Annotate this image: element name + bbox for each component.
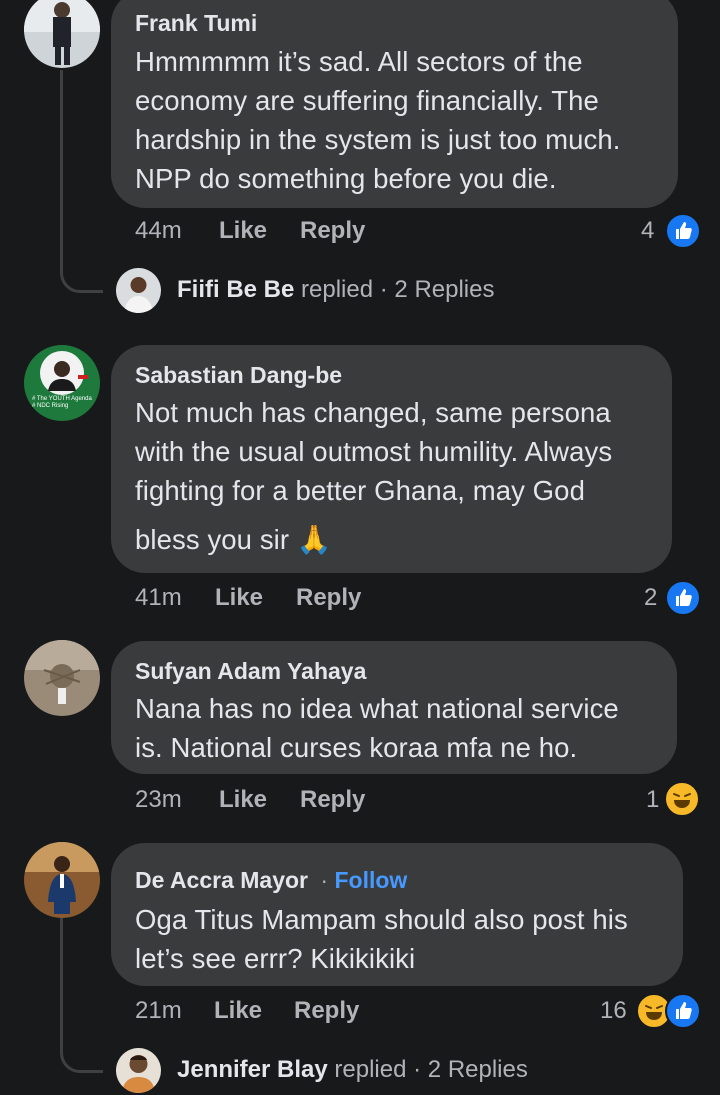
thumbs-up-icon	[665, 993, 701, 1029]
like-button[interactable]: Like	[215, 584, 263, 612]
like-button[interactable]: Like	[214, 997, 262, 1025]
view-replies-link[interactable]: Jennifer Blay replied · 2 Replies	[177, 1056, 528, 1084]
separator-dot: ·	[320, 867, 329, 893]
comment-text: bless you sir	[135, 524, 290, 555]
reply-button[interactable]: Reply	[300, 786, 365, 814]
avatar[interactable]	[24, 842, 100, 918]
comment-text-line: Not much has changed, same persona	[135, 397, 611, 428]
replied-label: replied	[301, 276, 374, 303]
comment-text-line: is. National curses koraa mfa ne ho.	[135, 732, 578, 763]
comment-timestamp: 23m	[135, 786, 182, 813]
separator-dot: ·	[413, 1056, 422, 1083]
replied-label: replied	[334, 1056, 407, 1083]
reaction-count[interactable]: 2	[644, 584, 657, 612]
thread-connector	[60, 240, 103, 293]
comment-author[interactable]: Frank Tumi	[135, 10, 257, 37]
reply-button[interactable]: Reply	[294, 997, 359, 1025]
comment-text-line: economy are suffering financially. The	[135, 85, 599, 116]
comment-timestamp: 41m	[135, 584, 182, 611]
thumbs-up-icon	[665, 213, 701, 249]
comment-author-name[interactable]: De Accra Mayor	[135, 867, 308, 893]
avatar[interactable]	[24, 640, 100, 716]
comment-timestamp: 44m	[135, 217, 182, 244]
like-button[interactable]: Like	[219, 217, 267, 245]
comment-text-line: fighting for a better Ghana, may God	[135, 475, 585, 506]
reply-author[interactable]: Fiifi Be Be	[177, 276, 294, 303]
laughing-face-icon	[664, 781, 700, 817]
thumbs-up-icon	[665, 580, 701, 616]
comment-author: De Accra Mayor · Follow	[135, 867, 407, 894]
avatar-caption: # The YOUTH Agenda	[32, 396, 92, 402]
reaction-count[interactable]: 4	[641, 217, 654, 245]
comment-text-line: bless you sir 🙏	[135, 520, 332, 559]
reaction-count[interactable]: 16	[600, 997, 627, 1025]
thread-connector	[60, 1010, 103, 1073]
avatar[interactable]	[24, 345, 100, 421]
comment-text-line: Oga Titus Mampam should also post his	[135, 904, 628, 935]
comment-author[interactable]: Sabastian Dang-be	[135, 362, 342, 389]
reaction-count[interactable]: 1	[646, 786, 659, 814]
like-button[interactable]: Like	[219, 786, 267, 814]
avatar-caption: # NDC Rising	[32, 403, 69, 409]
comment-text-line: Hmmmmm it’s sad. All sectors of the	[135, 46, 583, 77]
comment-timestamp: 21m	[135, 997, 182, 1024]
replies-count[interactable]: 2 Replies	[394, 276, 494, 303]
comment-author[interactable]: Sufyan Adam Yahaya	[135, 658, 366, 685]
comment-text-line: with the usual outmost humility. Always	[135, 436, 613, 467]
comment-text-line: Nana has no idea what national service	[135, 693, 619, 724]
reply-author[interactable]: Jennifer Blay	[177, 1056, 328, 1083]
replies-count[interactable]: 2 Replies	[428, 1056, 528, 1083]
reply-button[interactable]: Reply	[296, 584, 361, 612]
follow-button[interactable]: Follow	[334, 867, 407, 893]
comment-text-line: hardship in the system is just too much.	[135, 124, 621, 155]
reply-button[interactable]: Reply	[300, 217, 365, 245]
avatar[interactable]	[116, 1048, 161, 1093]
comment-text-line: NPP do something before you die.	[135, 163, 557, 194]
view-replies-link[interactable]: Fiifi Be Be replied · 2 Replies	[177, 276, 494, 304]
avatar[interactable]	[116, 268, 161, 313]
avatar[interactable]	[24, 0, 100, 68]
folded-hands-emoji: 🙏	[296, 524, 332, 555]
comment-text-line: let’s see errr? Kikikikiki	[135, 943, 416, 974]
separator-dot: ·	[379, 276, 388, 303]
